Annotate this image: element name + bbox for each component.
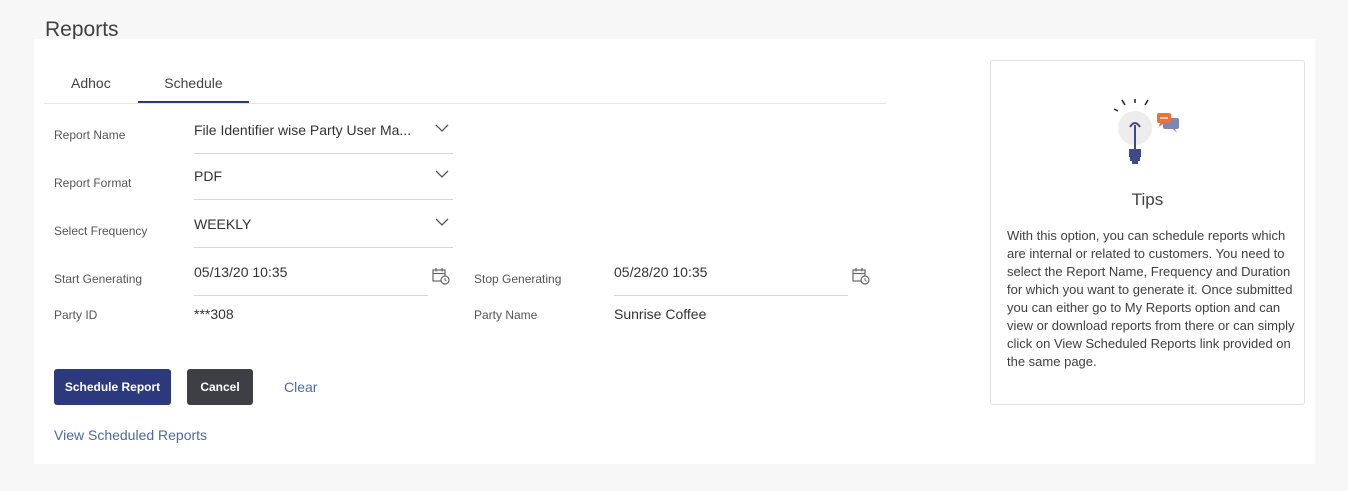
tips-text: With this option, you can schedule repor… bbox=[1007, 228, 1295, 369]
select-frequency-value: WEEKLY bbox=[194, 216, 252, 232]
tips-panel: Tips With this option, you can schedule … bbox=[990, 60, 1305, 405]
schedule-report-button[interactable]: Schedule Report bbox=[54, 369, 171, 405]
report-format-select[interactable]: PDF bbox=[194, 161, 453, 200]
report-name-select[interactable]: File Identifier wise Party User Ma... bbox=[194, 115, 453, 154]
report-format-label: Report Format bbox=[54, 176, 132, 190]
stop-generating-label: Stop Generating bbox=[474, 272, 562, 286]
select-frequency-select[interactable]: WEEKLY bbox=[194, 209, 453, 248]
party-name-value: Sunrise Coffee bbox=[614, 306, 707, 322]
tab-adhoc[interactable]: Adhoc bbox=[71, 75, 111, 103]
cancel-button[interactable]: Cancel bbox=[187, 369, 253, 405]
chevron-down-icon bbox=[435, 218, 449, 226]
report-format-value: PDF bbox=[194, 168, 222, 184]
clear-link[interactable]: Clear bbox=[284, 379, 317, 395]
calendar-clock-icon[interactable] bbox=[852, 267, 870, 285]
select-frequency-label: Select Frequency bbox=[54, 224, 148, 238]
calendar-clock-icon[interactable] bbox=[432, 267, 450, 285]
report-name-value: File Identifier wise Party User Ma... bbox=[194, 122, 412, 138]
stop-generating-input[interactable]: 05/28/20 10:35 bbox=[614, 257, 848, 296]
tips-title: Tips bbox=[1131, 190, 1164, 209]
start-generating-input[interactable]: 05/13/20 10:35 bbox=[194, 257, 428, 296]
party-id-label: Party ID bbox=[54, 308, 98, 322]
party-name-label: Party Name bbox=[474, 308, 538, 322]
tab-schedule[interactable]: Schedule bbox=[138, 75, 249, 103]
stop-generating-value: 05/28/20 10:35 bbox=[614, 264, 708, 280]
start-generating-value: 05/13/20 10:35 bbox=[194, 264, 288, 280]
chevron-down-icon bbox=[435, 170, 449, 178]
lightbulb-chat-icon bbox=[1113, 99, 1179, 164]
tab-bar: Adhoc Schedule bbox=[44, 69, 886, 104]
view-scheduled-reports-link[interactable]: View Scheduled Reports bbox=[54, 427, 207, 443]
party-id-value: ***308 bbox=[194, 306, 234, 322]
start-generating-label: Start Generating bbox=[54, 272, 143, 286]
report-name-label: Report Name bbox=[54, 128, 126, 142]
chevron-down-icon bbox=[435, 124, 449, 132]
